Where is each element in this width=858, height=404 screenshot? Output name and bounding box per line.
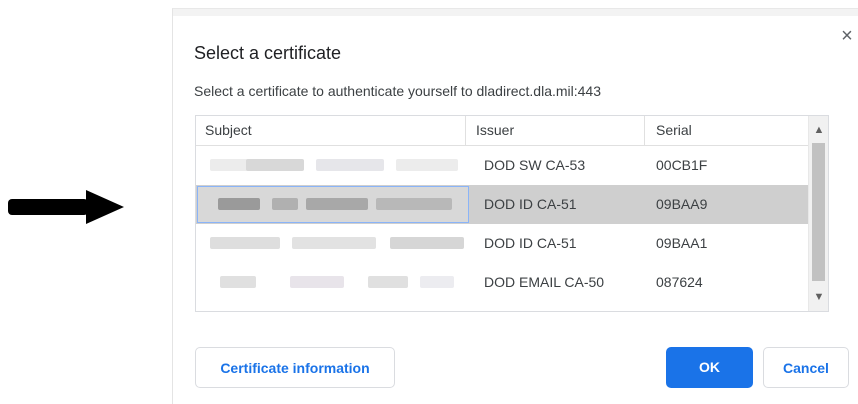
- table-row[interactable]: DOD SW CA-53 00CB1F: [196, 146, 828, 185]
- column-serial[interactable]: Serial: [645, 116, 828, 145]
- row-serial: 087624: [656, 274, 703, 290]
- chevron-up-icon[interactable]: ▲: [812, 124, 826, 136]
- table-row[interactable]: DOD ID CA-51 09BAA1: [196, 224, 828, 263]
- row-serial: 09BAA1: [656, 235, 708, 251]
- subject-redacted: [197, 186, 469, 223]
- row-issuer: DOD EMAIL CA-50: [484, 274, 605, 290]
- dialog-top-band: [173, 9, 858, 16]
- certificate-information-button[interactable]: Certificate information: [195, 347, 395, 388]
- close-icon[interactable]: ×: [838, 26, 856, 46]
- row-serial: 00CB1F: [656, 157, 708, 173]
- column-issuer[interactable]: Issuer: [466, 116, 645, 145]
- column-subject[interactable]: Subject: [196, 116, 466, 145]
- certificate-table: Subject Issuer Serial DOD SW CA-53 00CB1…: [195, 115, 829, 312]
- ok-button[interactable]: OK: [666, 347, 753, 388]
- dialog-subtitle: Select a certificate to authenticate you…: [194, 83, 601, 99]
- arrow-right-icon: [8, 190, 124, 224]
- table-row[interactable]: DOD EMAIL CA-50 087624: [196, 263, 828, 302]
- dialog-title: Select a certificate: [194, 43, 342, 63]
- table-scrollbar[interactable]: ▲ ▼: [808, 116, 828, 311]
- table-header: Subject Issuer Serial: [196, 116, 828, 146]
- subject-redacted: [198, 265, 468, 300]
- chevron-down-icon[interactable]: ▼: [812, 291, 826, 303]
- certificate-dialog: Select a certificate × Select a certific…: [172, 8, 858, 404]
- cancel-button[interactable]: Cancel: [763, 347, 849, 388]
- subject-redacted: [198, 226, 468, 261]
- subject-redacted: [198, 148, 468, 183]
- row-issuer: DOD ID CA-51: [484, 235, 577, 251]
- scrollbar-thumb[interactable]: [812, 143, 825, 281]
- row-issuer: DOD ID CA-51: [484, 196, 577, 212]
- table-row-selected[interactable]: DOD ID CA-51 09BAA9: [196, 185, 828, 224]
- row-serial: 09BAA9: [656, 196, 708, 212]
- row-issuer: DOD SW CA-53: [484, 157, 586, 173]
